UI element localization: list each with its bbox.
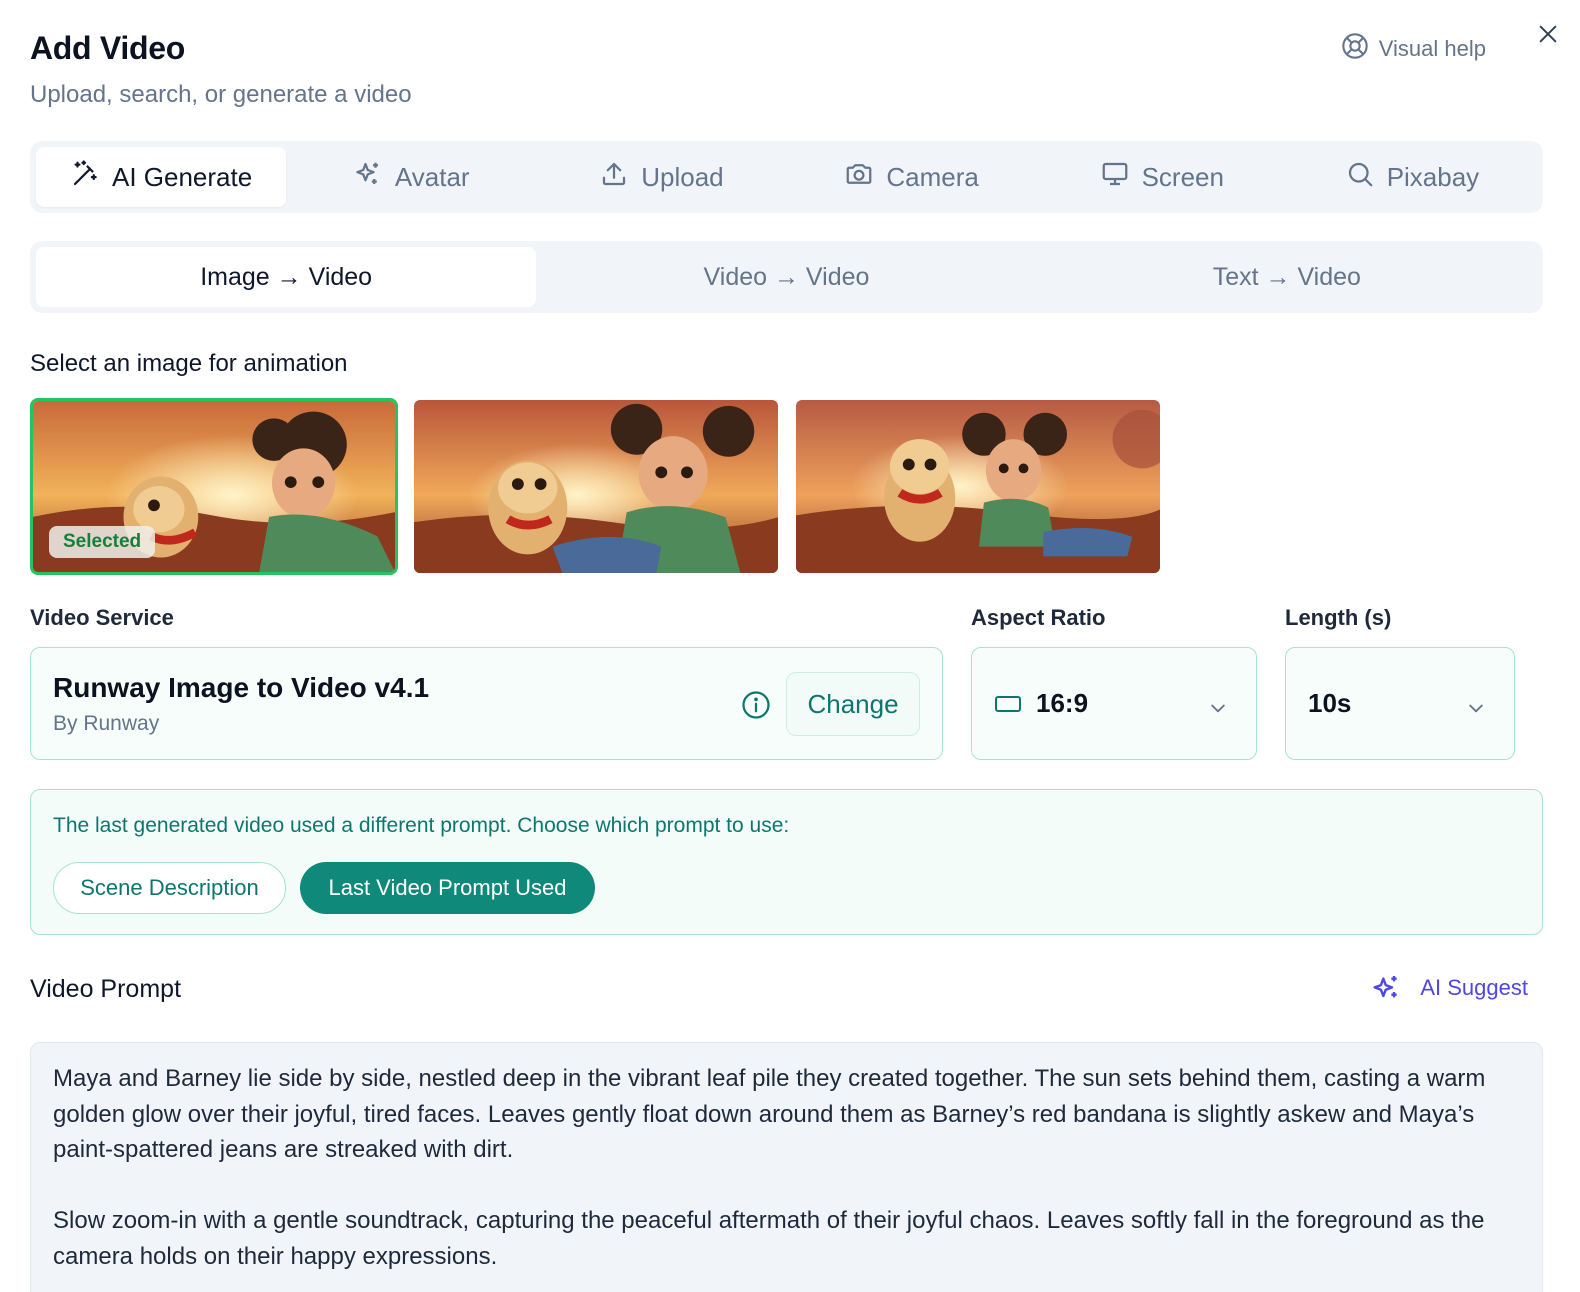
last-video-prompt-button[interactable]: Last Video Prompt Used (300, 862, 595, 914)
visual-help-button[interactable]: Visual help (1341, 32, 1486, 66)
image-thumbnail[interactable] (794, 398, 1162, 575)
thumbnail-image (414, 400, 778, 573)
notice-text: The last generated video used a differen… (53, 814, 790, 837)
thumbnail-image (796, 400, 1160, 573)
aspect-ratio-label: Aspect Ratio (971, 605, 1106, 630)
tab-image-to-video[interactable]: Image → Video (36, 247, 537, 307)
tab-avatar[interactable]: Avatar (286, 147, 536, 207)
image-thumbnail[interactable]: Selected (30, 398, 398, 575)
info-icon[interactable] (741, 690, 771, 720)
dialog-header: Add Video Upload, search, or generate a … (30, 30, 412, 109)
change-service-button[interactable]: Change (786, 672, 920, 736)
video-prompt-label: Video Prompt (30, 975, 182, 1003)
dialog-subtitle: Upload, search, or generate a video (30, 81, 412, 108)
sparkles-icon (1370, 972, 1402, 1004)
camera-icon (844, 159, 874, 196)
tab-screen[interactable]: Screen (1037, 147, 1287, 207)
aspect-ratio-icon (994, 694, 1022, 714)
scene-description-button[interactable]: Scene Description (53, 862, 286, 914)
image-select-label: Select an image for animation (30, 350, 348, 377)
image-thumbnail[interactable] (412, 398, 780, 575)
tab-label: Pixabay (1386, 161, 1480, 192)
length-value: 10s (1308, 688, 1352, 718)
close-button[interactable] (1532, 20, 1564, 52)
image-thumbnails: Selected (30, 398, 1162, 575)
tab-label: AI Generate (111, 161, 253, 192)
ai-suggest-button[interactable]: AI Suggest (1370, 972, 1528, 1004)
tab-label: Upload (641, 161, 724, 192)
mode-tabs: Image → Video Video → Video Text → Video (30, 241, 1543, 313)
length-label: Length (s) (1285, 605, 1392, 630)
tab-label: Camera (886, 161, 979, 192)
ai-suggest-label: AI Suggest (1420, 975, 1528, 1000)
tab-text-to-video[interactable]: Text → Video (1037, 247, 1537, 307)
source-tabs: AI Generate Avatar Upload Camera Screen … (30, 141, 1543, 213)
chevron-down-icon (1208, 694, 1228, 725)
dialog-title: Add Video (30, 30, 185, 66)
video-service-card: Runway Image to Video v4.1 By Runway Cha… (30, 647, 943, 760)
lifebuoy-icon (1341, 32, 1369, 66)
monitor-icon (1100, 159, 1130, 196)
aspect-ratio-value: 16:9 (1036, 688, 1089, 718)
tab-ai-generate[interactable]: AI Generate (36, 147, 287, 207)
video-service-label: Video Service (30, 605, 174, 630)
sparkles-icon (353, 159, 383, 196)
upload-icon (599, 159, 629, 196)
video-service-provider: By Runway (53, 712, 160, 735)
tab-camera[interactable]: Camera (787, 147, 1037, 207)
selected-badge: Selected (49, 526, 156, 558)
aspect-ratio-select[interactable]: 16:9 (971, 647, 1257, 760)
video-service-name: Runway Image to Video v4.1 (53, 672, 430, 703)
magic-wand-icon (70, 159, 100, 196)
tab-video-to-video[interactable]: Video → Video (536, 247, 1036, 307)
search-icon (1345, 159, 1375, 196)
tab-upload[interactable]: Upload (536, 147, 786, 207)
close-icon (1537, 23, 1559, 50)
video-prompt-textarea[interactable]: Maya and Barney lie side by side, nestle… (30, 1042, 1543, 1292)
tab-label: Screen (1141, 161, 1224, 192)
chevron-down-icon (1466, 694, 1486, 725)
visual-help-label: Visual help (1378, 36, 1486, 61)
tab-label: Avatar (394, 161, 470, 192)
prompt-choice-notice: The last generated video used a differen… (30, 789, 1543, 935)
length-select[interactable]: 10s (1285, 647, 1515, 760)
tab-pixabay[interactable]: Pixabay (1287, 147, 1537, 207)
